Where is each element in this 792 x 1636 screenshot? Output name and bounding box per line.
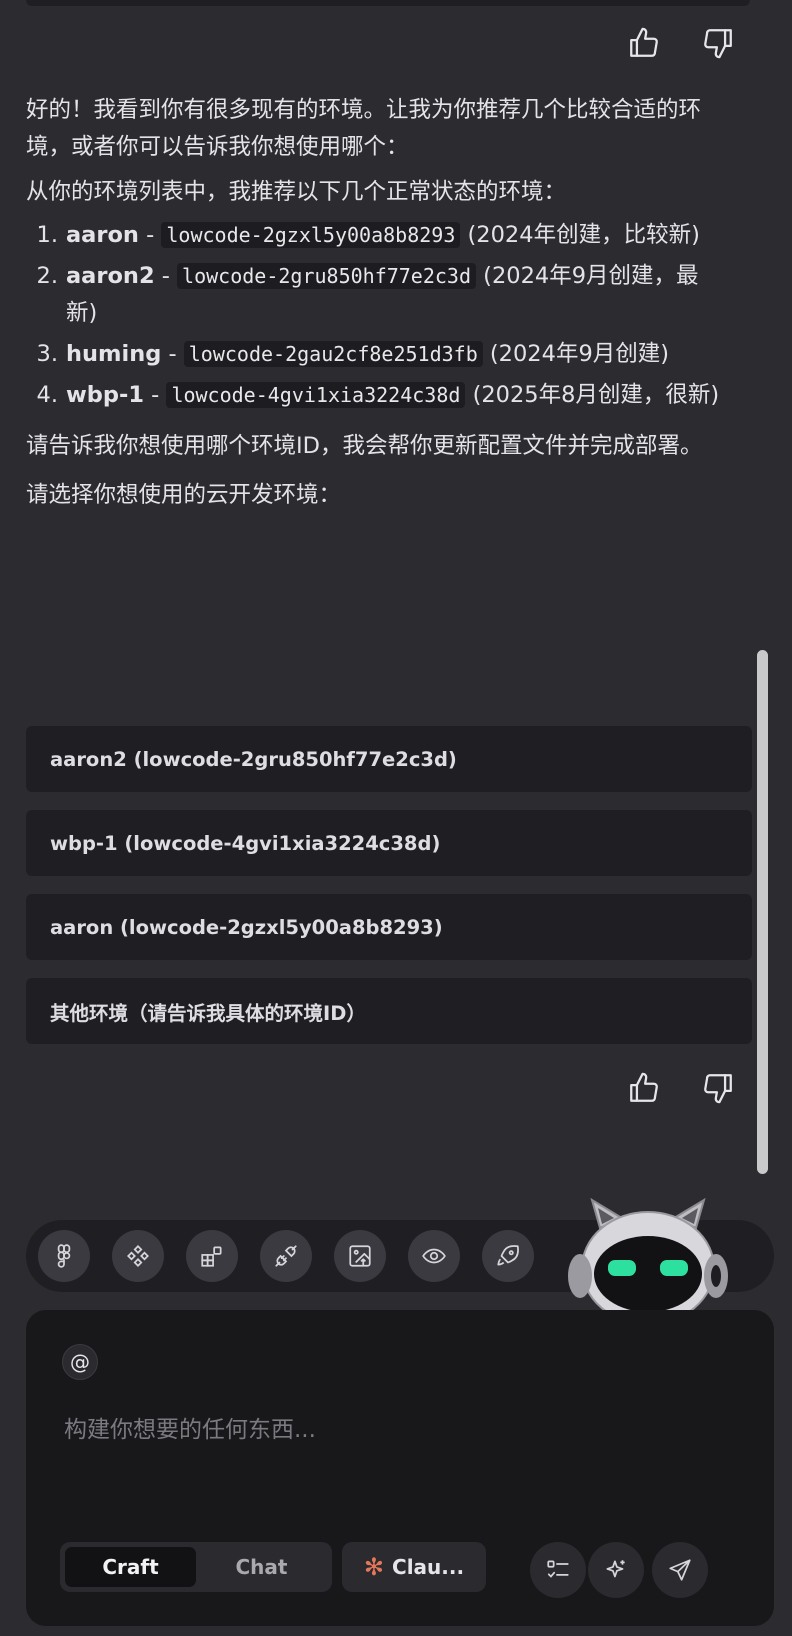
environment-list-item: 4. wbp-1 - lowcode-4gvi1xia3224c38d (2025…: [26, 377, 726, 414]
environment-list-item: 2. aaron2 - lowcode-2gru850hf77e2c3d (202…: [26, 258, 726, 332]
scrollbar[interactable]: [757, 650, 768, 1174]
model-select-button[interactable]: ✻ Clau...: [342, 1542, 486, 1592]
environment-options: aaron2 (lowcode-2gru850hf77e2c3d) wbp-1 …: [26, 726, 752, 1062]
figma-icon[interactable]: [38, 1230, 90, 1282]
prompt-input[interactable]: [64, 1410, 724, 1450]
assistant-message: 好的！我看到你有很多现有的环境。让我为你推荐几个比较合适的环境，或者你可以告诉我…: [26, 92, 726, 514]
env-separator: -: [161, 341, 184, 367]
claude-spark-icon: ✻: [363, 1553, 385, 1581]
mode-toggle: Craft Chat: [60, 1542, 332, 1592]
mention-button[interactable]: @: [62, 1344, 98, 1380]
thumbs-up-icon[interactable]: [626, 1070, 662, 1106]
feedback-row-top: [626, 25, 736, 61]
env-name: aaron: [66, 222, 139, 248]
option-aaron2-button[interactable]: aaron2 (lowcode-2gru850hf77e2c3d): [26, 726, 752, 792]
send-icon: [669, 1559, 691, 1581]
image-upload-icon[interactable]: [334, 1230, 386, 1282]
env-id-code: lowcode-2gau2cf8e251d3fb: [183, 341, 483, 367]
rocket-icon[interactable]: [482, 1230, 534, 1282]
list-intro: 从你的环境列表中，我推荐以下几个正常状态的环境：: [26, 179, 567, 205]
feedback-row-bottom: [626, 1070, 736, 1106]
list-number: 2.: [36, 263, 58, 289]
robot-cat-mascot-icon: [560, 1197, 736, 1325]
plug-icon[interactable]: [260, 1230, 312, 1282]
enhance-prompt-button[interactable]: [588, 1542, 644, 1598]
option-wbp-1-button[interactable]: wbp-1 (lowcode-4gvi1xia3224c38d): [26, 810, 752, 876]
task-list-button[interactable]: [530, 1542, 586, 1598]
list-body: wbp-1 - lowcode-4gvi1xia3224c38d (2025年8…: [64, 377, 726, 414]
env-id-code: lowcode-2gru850hf77e2c3d: [177, 263, 477, 289]
option-other-button[interactable]: 其他环境（请告诉我具体的环境ID）: [26, 978, 752, 1044]
list-number: 1.: [36, 222, 58, 248]
list-body: aaron2 - lowcode-2gru850hf77e2c3d (2024年…: [64, 258, 726, 332]
component-icon[interactable]: [112, 1230, 164, 1282]
env-separator: -: [154, 263, 178, 289]
thumbs-down-icon[interactable]: [700, 1070, 736, 1106]
list-body: huming - lowcode-2gau2cf8e251d3fb (2024年…: [64, 336, 726, 373]
env-note: (2025年8月创建，很新): [465, 382, 720, 408]
choose-prompt: 请选择你想使用的云开发环境：: [26, 482, 342, 508]
send-button[interactable]: [652, 1542, 708, 1598]
tab-chat[interactable]: Chat: [196, 1547, 327, 1587]
env-separator: -: [144, 382, 167, 408]
environment-list-item: 3. huming - lowcode-2gau2cf8e251d3fb (202…: [26, 336, 726, 373]
previous-message-card: [26, 0, 750, 6]
env-note: (2024年9月创建): [482, 341, 670, 367]
option-aaron-button[interactable]: aaron (lowcode-2gzxl5y00a8b8293): [26, 894, 752, 960]
thumbs-down-icon[interactable]: [700, 25, 736, 61]
list-number: 4.: [36, 382, 58, 408]
env-name: huming: [66, 341, 162, 367]
env-note: (2024年创建，比较新): [460, 222, 700, 248]
environment-list: 1. aaron - lowcode-2gzxl5y00a8b8293 (2024…: [26, 217, 726, 414]
model-label: Clau...: [392, 1555, 465, 1579]
environment-list-item: 1. aaron - lowcode-2gzxl5y00a8b8293 (2024…: [26, 217, 726, 254]
chat-page: 好的！我看到你有很多现有的环境。让我为你推荐几个比较合适的环境，或者你可以告诉我…: [0, 0, 792, 1636]
thumbs-up-icon[interactable]: [626, 25, 662, 61]
blocks-icon[interactable]: [186, 1230, 238, 1282]
env-id-code: lowcode-4gvi1xia3224c38d: [166, 382, 466, 408]
checklist-icon: [547, 1560, 569, 1578]
list-body: aaron - lowcode-2gzxl5y00a8b8293 (2024年创…: [64, 217, 726, 254]
env-id-code: lowcode-2gzxl5y00a8b8293: [161, 222, 461, 248]
sparkle-icon: [606, 1560, 625, 1578]
env-name: wbp-1: [66, 382, 144, 408]
env-name: aaron2: [66, 263, 155, 289]
eye-icon[interactable]: [408, 1230, 460, 1282]
env-separator: -: [138, 222, 162, 248]
list-number: 3.: [36, 341, 58, 367]
composer: @ Craft Chat ✻ Clau...: [26, 1310, 774, 1626]
tab-craft[interactable]: Craft: [65, 1547, 196, 1587]
message-intro: 好的！我看到你有很多现有的环境。让我为你推荐几个比较合适的环境，或者你可以告诉我…: [26, 97, 702, 160]
message-closing: 请告诉我你想使用哪个环境ID，我会帮你更新配置文件并完成部署。: [26, 433, 703, 459]
